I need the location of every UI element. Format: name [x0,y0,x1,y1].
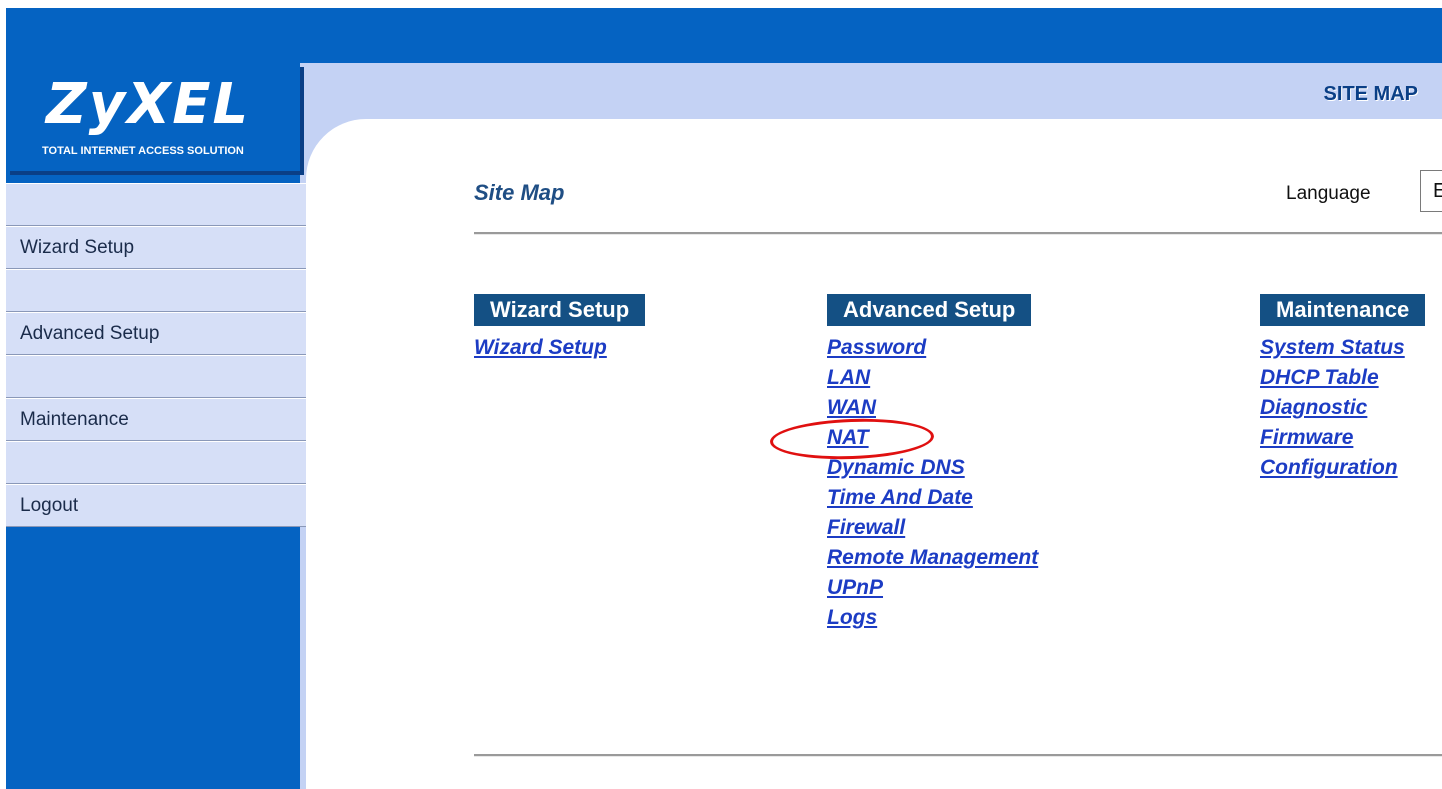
logo-wordmark: ZyXEL [46,72,251,137]
sidebar-item-logout[interactable]: Logout [6,484,306,527]
zyxel-logo: ZyXEL Total Internet Access Solution [6,63,300,171]
sidebar-item-advanced-setup[interactable]: Advanced Setup [6,312,306,355]
logo-tagline: Total Internet Access Solution [42,145,244,157]
sidebar-spacer [6,269,306,312]
sidebar-nav: Wizard Setup Advanced Setup Maintenance … [6,183,306,527]
sidebar-spacer [6,355,306,398]
column-maintenance: Maintenance System Status DHCP Table Dia… [1260,294,1426,483]
link-dynamic-dns[interactable]: Dynamic DNS [827,453,1038,483]
language-label: Language [1286,183,1371,204]
link-diagnostic[interactable]: Diagnostic [1260,393,1425,423]
link-wan[interactable]: WAN [827,393,1038,423]
header-title: SITE MAP [1323,83,1418,105]
link-logs[interactable]: Logs [827,603,1038,633]
link-remote-management[interactable]: Remote Management [827,543,1038,573]
column-heading: Wizard Setup [474,294,646,326]
top-divider [474,232,1442,235]
link-configuration[interactable]: Configuration [1260,453,1425,483]
link-firmware[interactable]: Firmware [1260,423,1425,453]
header-bar: SITE MAP [300,63,1442,119]
link-dhcp-table[interactable]: DHCP Table [1260,363,1425,393]
link-system-status[interactable]: System Status [1260,333,1425,363]
link-time-and-date[interactable]: Time And Date [827,483,1038,513]
sidebar-item-maintenance[interactable]: Maintenance [6,398,306,441]
link-password[interactable]: Password [827,333,1038,363]
language-select[interactable]: E [1420,170,1442,212]
column-heading: Maintenance [1260,294,1426,326]
column-wizard-setup: Wizard Setup Wizard Setup [474,294,646,363]
sidebar-spacer [6,441,306,484]
column-advanced-setup: Advanced Setup Password LAN WAN NAT Dyna… [827,294,1038,633]
sidebar-spacer [6,183,306,226]
link-lan[interactable]: LAN [827,363,1038,393]
sidebar-item-wizard-setup[interactable]: Wizard Setup [6,226,306,269]
page-title: Site Map [474,180,565,205]
link-firewall[interactable]: Firewall [827,513,1038,543]
link-upnp[interactable]: UPnP [827,573,1038,603]
link-nat[interactable]: NAT [827,423,1038,453]
column-heading: Advanced Setup [827,294,1032,326]
link-wizard-setup[interactable]: Wizard Setup [474,333,645,363]
bottom-divider [474,754,1442,757]
